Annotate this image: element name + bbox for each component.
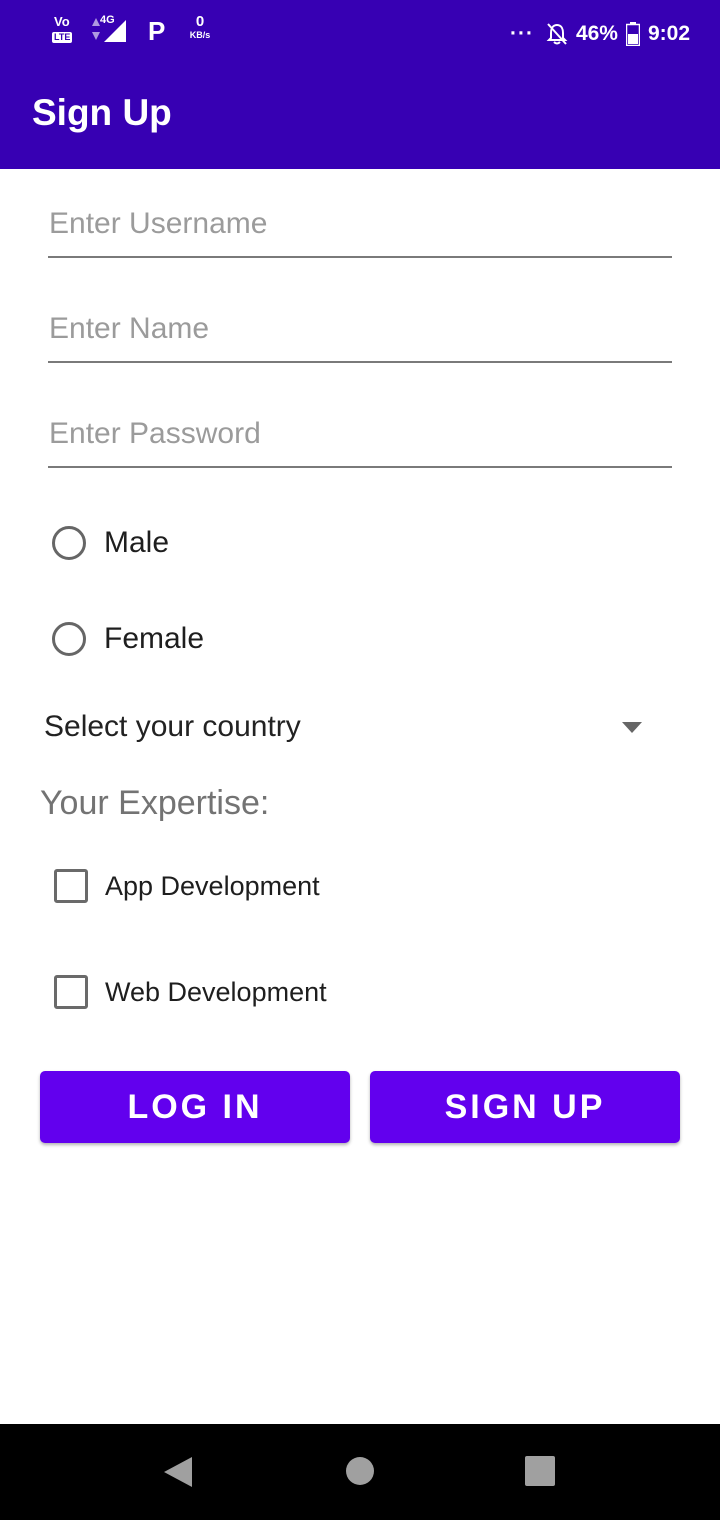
speed-value: 0 bbox=[195, 13, 205, 30]
speed-unit: KB/s bbox=[189, 30, 211, 40]
back-icon[interactable] bbox=[163, 1456, 193, 1488]
recents-icon[interactable] bbox=[525, 1456, 555, 1486]
radio-button-male[interactable] bbox=[52, 526, 86, 560]
app-notification-icon: P bbox=[148, 16, 170, 46]
radio-label-female: Female bbox=[104, 622, 205, 655]
battery-percent: 46% bbox=[575, 22, 618, 45]
clock: 9:02 bbox=[647, 22, 690, 45]
radio-male[interactable]: Male bbox=[52, 521, 169, 565]
app-badge-text: P bbox=[148, 16, 166, 46]
radio-female[interactable]: Female bbox=[52, 617, 204, 661]
network-type: 4G bbox=[100, 14, 115, 26]
lte-badge: LTE bbox=[52, 32, 73, 43]
country-spinner[interactable]: Select your country bbox=[44, 700, 644, 756]
checkbox-web-development[interactable]: Web Development bbox=[54, 972, 327, 1012]
page-title: Sign Up bbox=[32, 92, 172, 133]
home-icon[interactable] bbox=[345, 1456, 375, 1486]
username-input[interactable] bbox=[48, 198, 672, 258]
name-input[interactable] bbox=[48, 303, 672, 363]
radio-button-female[interactable] bbox=[52, 622, 86, 656]
signup-button[interactable]: SIGN UP bbox=[370, 1071, 680, 1143]
dropdown-arrow-icon bbox=[622, 722, 642, 733]
volte-indicator: Vo LTE bbox=[52, 14, 78, 46]
battery-icon bbox=[625, 22, 640, 46]
status-bar-right: ··· 46% 9:02 bbox=[510, 16, 690, 52]
checkbox-web-development-label: Web Development bbox=[105, 976, 327, 1007]
country-spinner-label: Select your country bbox=[44, 710, 301, 743]
bell-off-icon bbox=[546, 23, 568, 45]
navigation-bar bbox=[0, 1424, 720, 1520]
app-toolbar: Sign Up bbox=[0, 64, 720, 169]
checkbox-web-development-box[interactable] bbox=[54, 975, 88, 1009]
login-button[interactable]: LOG IN bbox=[40, 1071, 350, 1143]
password-input[interactable] bbox=[48, 408, 672, 468]
more-notifications: ··· bbox=[509, 22, 534, 45]
checkbox-app-development-box[interactable] bbox=[54, 869, 88, 903]
network-indicator: 4G bbox=[88, 14, 130, 46]
network-speed: 0 KB/s bbox=[184, 14, 216, 48]
volte-text: Vo bbox=[54, 14, 70, 29]
radio-label-male: Male bbox=[104, 526, 170, 559]
checkbox-app-development-label: App Development bbox=[105, 870, 320, 901]
checkbox-app-development[interactable]: App Development bbox=[54, 866, 320, 906]
expertise-label: Your Expertise: bbox=[40, 784, 270, 822]
status-bar: Vo LTE 4G P 0 KB/s ··· 46% 9:02 bbox=[0, 0, 720, 64]
